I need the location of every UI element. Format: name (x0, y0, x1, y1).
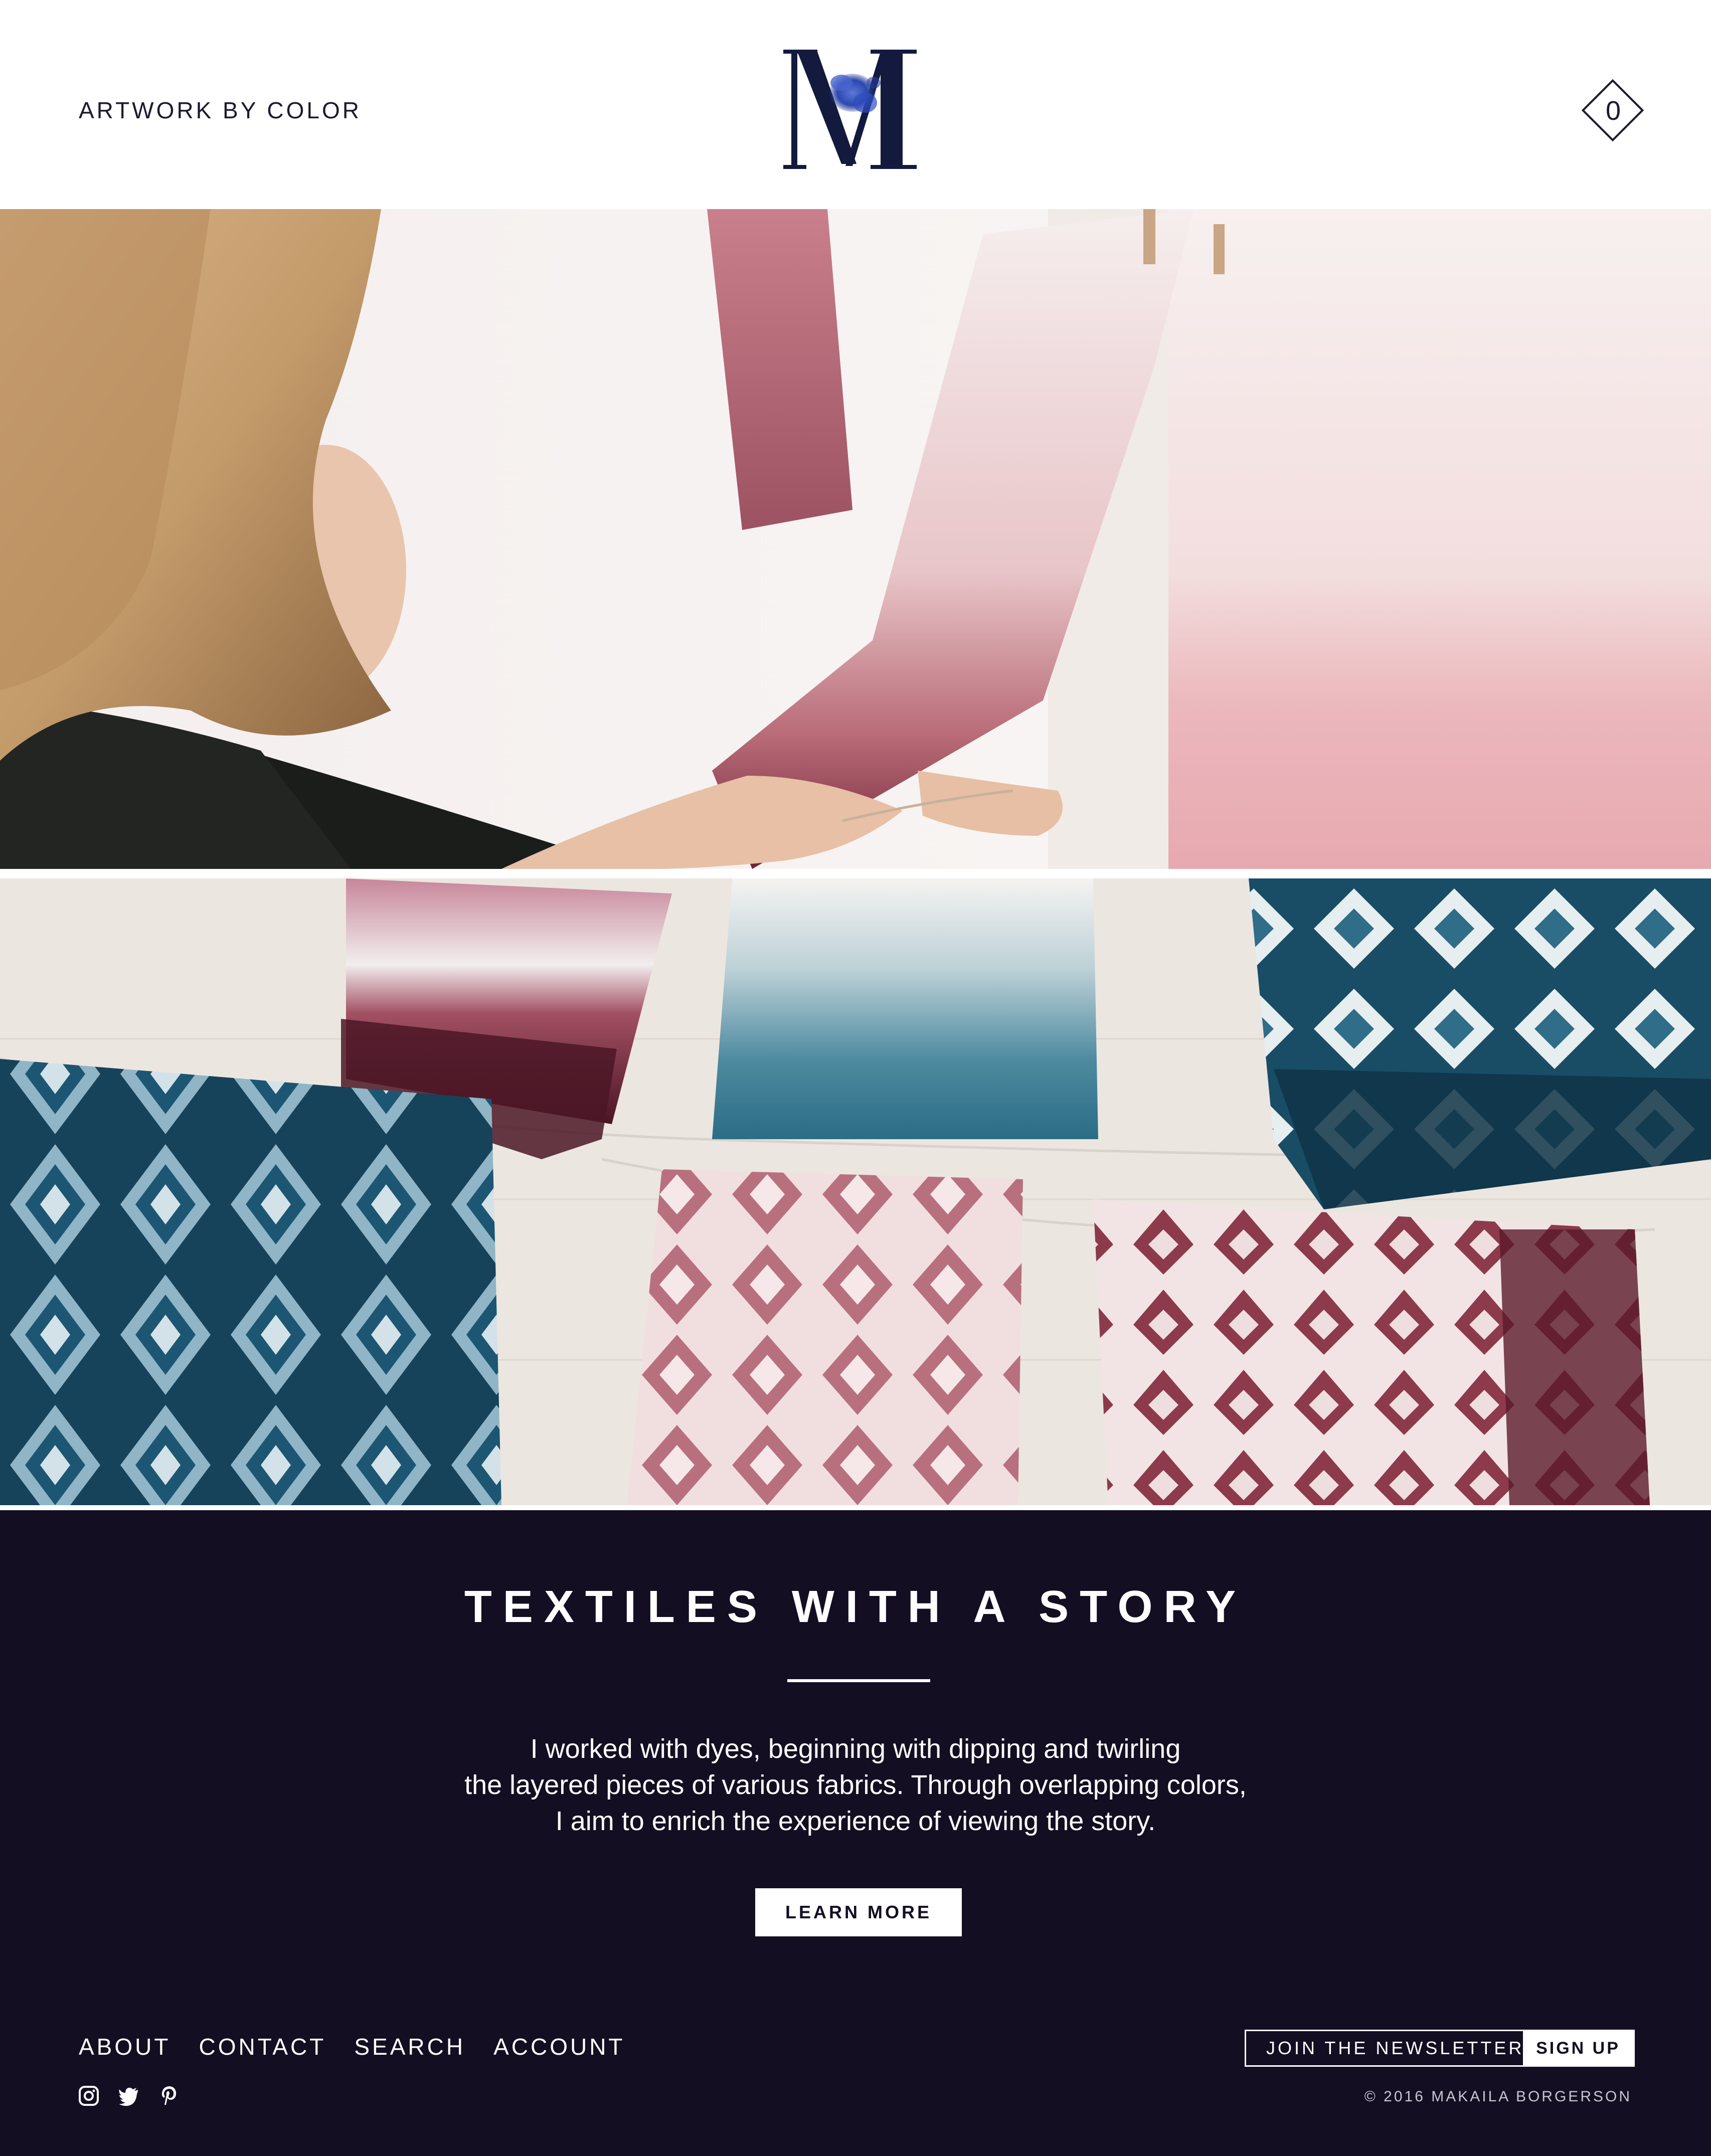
story-line: I aim to enrich the experience of viewin… (555, 1806, 1156, 1836)
footer-link-search[interactable]: SEARCH (354, 2032, 465, 2062)
title-divider (787, 1679, 930, 1682)
story-line: I worked with dyes, beginning with dippi… (530, 1734, 1181, 1764)
footer-nav: ABOUT CONTACT SEARCH ACCOUNT (79, 2032, 625, 2062)
footer-link-contact[interactable]: CONTACT (199, 2032, 326, 2062)
story-description: I worked with dyes, beginning with dippi… (351, 1731, 1360, 1839)
copyright-text: © 2016 MAKAILA BORGERSON (1364, 2088, 1632, 2105)
story-line: the layered pieces of various fabrics. T… (464, 1770, 1247, 1800)
site-logo[interactable] (782, 48, 918, 173)
social-links (78, 2085, 180, 2107)
cart-count: 0 (1605, 96, 1621, 126)
footer-link-about[interactable]: ABOUT (79, 2032, 170, 2062)
newsletter-email-input[interactable] (1246, 2031, 1523, 2065)
cart-button[interactable]: 0 (1580, 77, 1647, 144)
newsletter-form: SIGN UP (1245, 2030, 1635, 2067)
pinterest-icon[interactable] (158, 2085, 180, 2107)
logo-m-icon (783, 50, 917, 169)
photo-dyed-textiles (0, 878, 1711, 1505)
instagram-icon[interactable] (78, 2085, 100, 2107)
site-header: ARTWORK BY COLOR 0 (0, 0, 1711, 209)
learn-more-button[interactable]: LEARN MORE (755, 1888, 962, 1936)
artwork-by-color-link[interactable]: ARTWORK BY COLOR (79, 96, 362, 124)
twitter-icon[interactable] (118, 2085, 140, 2107)
sign-up-button[interactable]: SIGN UP (1523, 2031, 1633, 2065)
footer-link-account[interactable]: ACCOUNT (493, 2032, 625, 2062)
story-title: TEXTILES WITH A STORY (464, 1582, 1247, 1632)
hero-photo-woman-with-fabric (0, 209, 1711, 869)
